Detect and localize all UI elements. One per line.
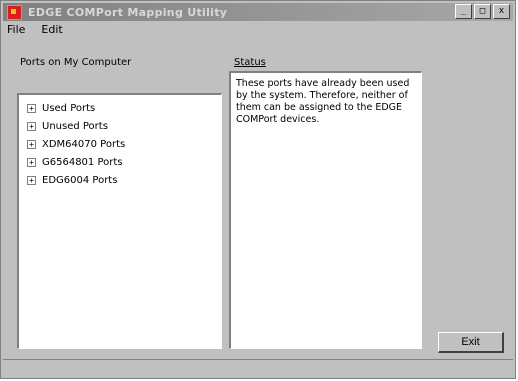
expand-icon[interactable]: + [27,103,36,113]
tree-item-unused-ports[interactable]: + Unused Ports [19,117,221,135]
status-label: Status [234,57,266,68]
tree-item-used-ports[interactable]: + Used Ports [19,99,221,117]
app-icon[interactable] [7,4,22,20]
tree-item-label[interactable]: EDG6004 Ports [42,175,117,186]
title-bar[interactable]: EDGE COMPort Mapping Utility _ □ x [3,3,513,21]
ports-tree[interactable]: + Used Ports + Unused Ports + XDM64070 P… [17,93,222,349]
tree-item-xdm-ports[interactable]: + XDM64070 Ports [19,135,221,153]
tree-item-label[interactable]: G6564801 Ports [42,157,123,168]
tree-list: + Used Ports + Unused Ports + XDM64070 P… [19,95,221,189]
expand-icon[interactable]: + [27,157,36,167]
menu-file[interactable]: File [5,23,27,39]
tree-item-label[interactable]: Used Ports [42,103,95,114]
minimize-button[interactable]: _ [455,4,472,19]
main-window: EDGE COMPort Mapping Utility _ □ x File … [0,0,516,379]
menu-bar: File Edit [5,23,65,39]
expand-icon[interactable]: + [27,121,36,131]
menu-edit[interactable]: Edit [39,23,64,39]
tree-item-g6564801-ports[interactable]: + G6564801 Ports [19,153,221,171]
expand-icon[interactable]: + [27,139,36,149]
status-text: These ports have already been used by th… [236,78,410,125]
status-panel: These ports have already been used by th… [229,71,422,349]
tree-item-label[interactable]: XDM64070 Ports [42,139,125,150]
tree-item-label[interactable]: Unused Ports [42,121,108,132]
maximize-button[interactable]: □ [474,4,491,19]
tree-item-edg6004-ports[interactable]: + EDG6004 Ports [19,171,221,189]
expand-icon[interactable]: + [27,175,36,185]
close-button[interactable]: x [493,4,510,19]
window-title: EDGE COMPort Mapping Utility [28,5,228,19]
window-controls: _ □ x [455,4,510,19]
ports-label: Ports on My Computer [20,57,132,68]
exit-button[interactable]: Exit [438,332,504,353]
status-bar [3,359,513,375]
